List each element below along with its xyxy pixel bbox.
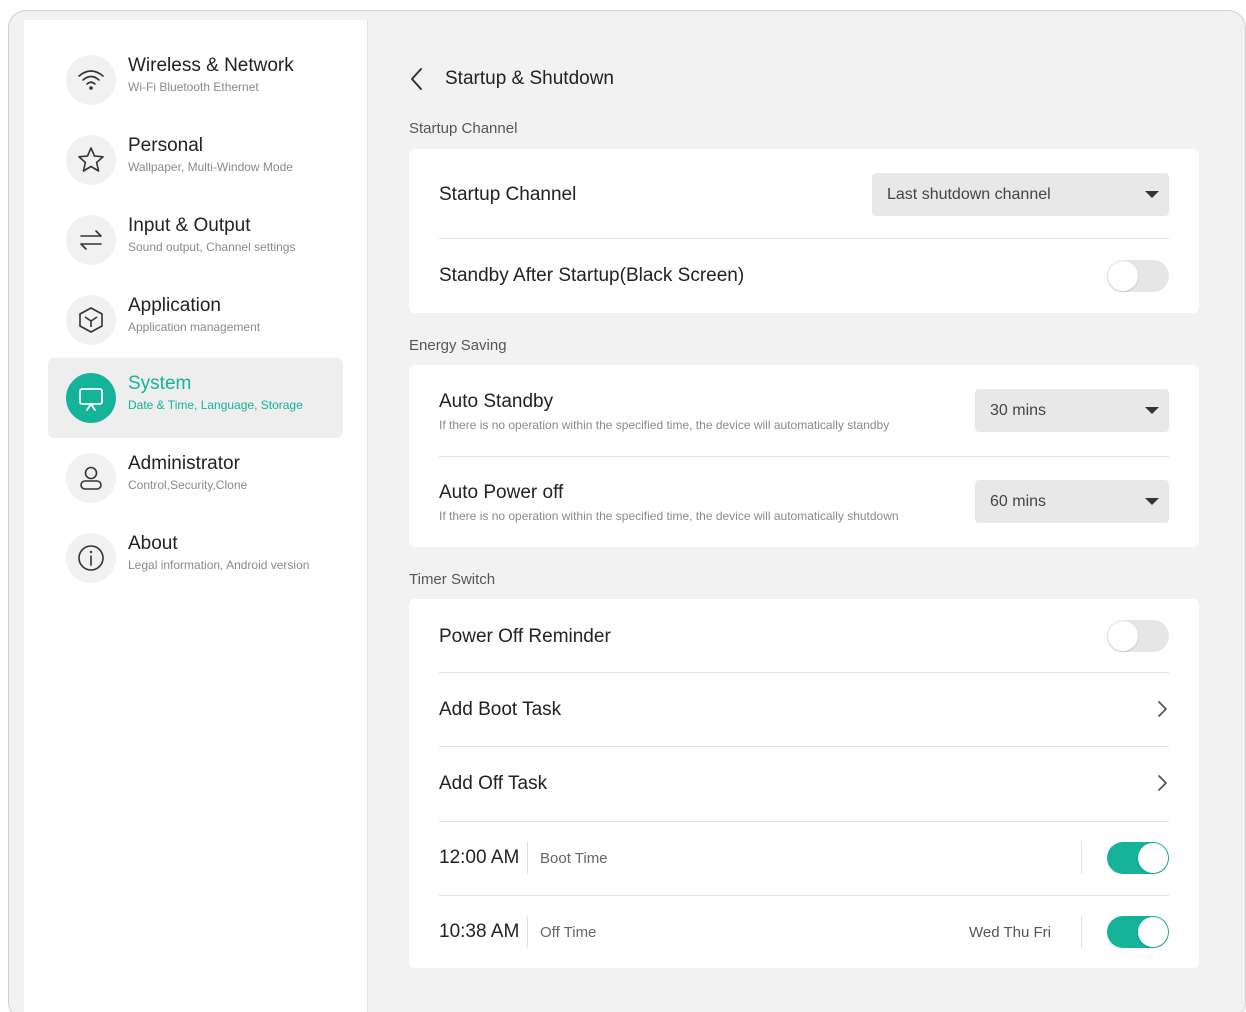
user-icon [66,453,116,503]
section-label-timer: Timer Switch [409,571,496,588]
caret-down-icon [1145,407,1159,414]
auto-standby-title: Auto Standby [439,391,554,412]
caret-down-icon [1145,191,1159,198]
add-boot-task-row[interactable]: Add Boot Task [439,672,1169,746]
timer-card: Power Off Reminder Add Boot Task Add Off… [409,599,1199,968]
auto-power-off-description: If there is no operation within the spec… [439,509,899,523]
vertical-divider [1081,842,1082,874]
auto-standby-description: If there is no operation within the spec… [439,418,890,432]
sidebar-item-administrator[interactable]: Administrator Control,Security,Clone [48,438,343,518]
sidebar-item-title: Wireless & Network [128,55,294,76]
auto-standby-dropdown[interactable]: 30 mins [975,389,1169,432]
task-time: 12:00 AM [439,847,520,868]
task-time: 10:38 AM [439,921,520,942]
auto-power-off-row: Auto Power off If there is no operation … [439,456,1169,547]
sidebar-item-application[interactable]: Application Application management [48,280,343,360]
chevron-right-icon [1158,775,1167,791]
boot-time-toggle[interactable] [1107,842,1169,874]
sidebar-item-input-output[interactable]: Input & Output Sound output, Channel set… [48,200,343,280]
vertical-divider [527,916,528,948]
off-time-task-row[interactable]: 10:38 AM Off Time Wed Thu Fri [439,895,1169,968]
toggle-knob [1138,843,1168,873]
back-button[interactable] [409,62,439,96]
sidebar-item-system[interactable]: System Date & Time, Language, Storage [48,358,343,438]
startup-card: Startup Channel Last shutdown channel St… [409,149,1199,313]
standby-after-startup-title: Standby After Startup(Black Screen) [439,265,745,286]
sidebar-item-personal[interactable]: Personal Wallpaper, Multi-Window Mode [48,120,343,200]
startup-channel-dropdown[interactable]: Last shutdown channel [872,173,1169,216]
chevron-left-icon [411,68,422,90]
vertical-divider [1081,916,1082,948]
section-label-energy: Energy Saving [409,337,507,354]
off-time-toggle[interactable] [1107,916,1169,948]
wifi-icon [66,55,116,105]
vertical-divider [527,842,528,874]
section-label-startup: Startup Channel [409,120,518,137]
chevron-right-icon [1158,701,1167,717]
auto-standby-value: 30 mins [990,401,1047,419]
auto-power-off-title: Auto Power off [439,482,564,503]
startup-channel-value: Last shutdown channel [887,185,1051,203]
task-label: Off Time [540,924,597,941]
cube-icon [66,295,116,345]
page-title: Startup & Shutdown [445,68,614,89]
monitor-icon [66,373,116,423]
auto-power-off-value: 60 mins [990,492,1047,510]
sidebar-item-title: About [128,533,178,554]
toggle-knob [1108,621,1138,651]
sidebar-item-about[interactable]: About Legal information, Android version [48,518,343,598]
sidebar-item-subtitle: Sound output, Channel settings [128,240,296,254]
power-off-reminder-title: Power Off Reminder [439,626,611,647]
page-header: Startup & Shutdown [409,62,614,96]
sidebar-item-subtitle: Wi-Fi Bluetooth Ethernet [128,80,259,94]
toggle-knob [1138,917,1168,947]
toggle-knob [1108,261,1138,291]
sidebar-item-title: Personal [128,135,203,156]
caret-down-icon [1145,498,1159,505]
task-label: Boot Time [540,850,608,867]
sidebar-item-title: Administrator [128,453,240,474]
add-boot-task-label: Add Boot Task [439,699,562,720]
boot-time-task-row[interactable]: 12:00 AM Boot Time [439,821,1169,895]
standby-after-startup-row: Standby After Startup(Black Screen) [439,238,1169,313]
startup-channel-row: Startup Channel Last shutdown channel [439,149,1169,238]
task-days: Wed Thu Fri [969,924,1051,941]
sidebar-item-subtitle: Legal information, Android version [128,558,310,572]
swap-arrows-icon [66,215,116,265]
sidebar-item-subtitle: Wallpaper, Multi-Window Mode [128,160,293,174]
star-icon [66,135,116,185]
sidebar-item-subtitle: Control,Security,Clone [128,478,248,492]
main-panel: Startup & Shutdown Startup Channel Start… [369,20,1240,1012]
info-icon [66,533,116,583]
energy-card: Auto Standby If there is no operation wi… [409,365,1199,547]
sidebar-item-title: Input & Output [128,215,251,236]
sidebar-item-subtitle: Date & Time, Language, Storage [128,398,303,412]
add-off-task-row[interactable]: Add Off Task [439,746,1169,821]
sidebar-item-title: Application [128,295,221,316]
power-off-reminder-toggle[interactable] [1107,620,1169,652]
power-off-reminder-row: Power Off Reminder [439,599,1169,672]
sidebar-item-subtitle: Application management [128,320,261,334]
settings-sidebar: Wireless & Network Wi-Fi Bluetooth Ether… [24,20,368,1012]
add-off-task-label: Add Off Task [439,773,548,794]
auto-standby-row: Auto Standby If there is no operation wi… [439,365,1169,456]
standby-after-startup-toggle[interactable] [1107,260,1169,292]
startup-channel-title: Startup Channel [439,184,577,205]
sidebar-item-wireless-network[interactable]: Wireless & Network Wi-Fi Bluetooth Ether… [48,40,343,120]
sidebar-item-title: System [128,373,192,394]
auto-power-off-dropdown[interactable]: 60 mins [975,480,1169,523]
